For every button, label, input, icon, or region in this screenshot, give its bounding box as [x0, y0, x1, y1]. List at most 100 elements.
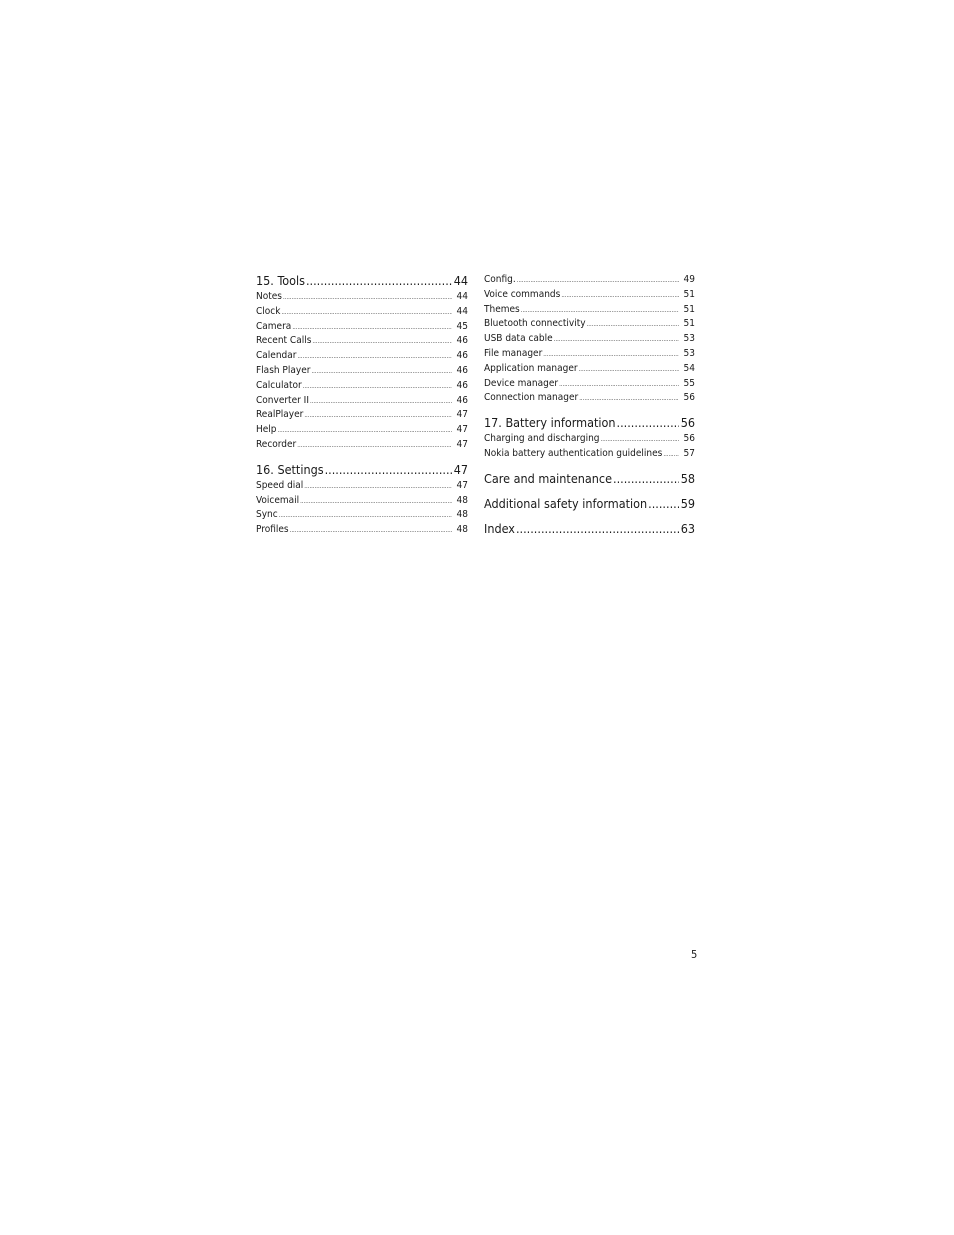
entry-page: 44 [456, 305, 468, 317]
toc-entry[interactable]: Calculator 46 [256, 379, 468, 394]
leader-dots [290, 524, 452, 539]
toc-entry[interactable]: Bluetooth connectivity 51 [484, 317, 695, 332]
leader-dots [278, 424, 452, 439]
leader-dots [306, 273, 452, 289]
toc-entry[interactable]: Recent Calls 46 [256, 334, 468, 349]
entry-page: 51 [683, 318, 695, 330]
toc-chapter-tools[interactable]: 15. Tools 44 [256, 273, 468, 289]
toc-entry[interactable]: Connection manager 56 [484, 391, 695, 406]
toc-entry[interactable]: Converter II 46 [256, 394, 468, 409]
leader-dots [281, 306, 451, 321]
toc-entry[interactable]: Flash Player 46 [256, 364, 468, 379]
entry-page: 45 [456, 320, 468, 332]
entry-label: Config. [484, 274, 516, 285]
leader-dots [311, 365, 451, 380]
entry-page: 47 [456, 479, 468, 491]
entry-label: Voice commands [484, 288, 561, 300]
toc-entry[interactable]: Device manager 55 [484, 377, 695, 392]
chapter-page: 58 [680, 470, 695, 486]
toc-entry[interactable]: Charging and discharging 56 [484, 432, 695, 447]
toc-entry[interactable]: Calendar 46 [256, 349, 468, 364]
leader-dots [559, 378, 678, 393]
entry-page: 46 [456, 350, 468, 362]
chapter-title: Index [484, 520, 515, 536]
entry-label: Nokia battery authentication guidelines [484, 447, 663, 459]
entry-label: Sync [256, 509, 278, 521]
toc-entry[interactable]: File manager 53 [484, 347, 695, 362]
entry-page: 54 [683, 362, 695, 374]
toc-chapter-safety[interactable]: Additional safety information 59 [484, 496, 695, 512]
toc-left-column: 15. Tools 44 Notes 44 Clock 44 Camera 45 Rec… [256, 273, 468, 538]
chapter-title: Care and maintenance [484, 470, 612, 486]
chapter-page: 63 [680, 520, 695, 536]
entry-page: 53 [683, 333, 695, 345]
entry-page: 46 [456, 364, 468, 376]
leader-dots [554, 333, 679, 348]
leader-dots [516, 521, 679, 537]
entry-label: Profiles [256, 524, 289, 536]
leader-dots [579, 392, 678, 407]
entry-label: Voicemail [256, 494, 300, 506]
toc-entry[interactable]: Voice commands 51 [484, 288, 695, 303]
entry-page: 56 [683, 433, 695, 445]
entry-label: Application manager [484, 362, 578, 374]
leader-dots [579, 363, 679, 378]
entry-page: 55 [683, 377, 695, 389]
toc-entry[interactable]: USB data cable 53 [484, 332, 695, 347]
entry-page: 46 [456, 394, 468, 406]
entry-label: USB data cable [484, 333, 553, 345]
leader-dots [300, 495, 451, 510]
leader-dots [283, 291, 452, 306]
leader-dots [543, 348, 678, 363]
toc-entry[interactable]: Application manager 54 [484, 362, 695, 377]
entry-page: 48 [456, 524, 468, 536]
toc-chapter-battery[interactable]: 17. Battery information 56 [484, 415, 695, 431]
toc-chapter-index[interactable]: Index 63 [484, 521, 695, 537]
entry-label: Calendar [256, 350, 297, 362]
leader-dots [304, 409, 451, 424]
toc-entry[interactable]: Notes 44 [256, 290, 468, 305]
toc-entry[interactable]: Speed dial 47 [256, 479, 468, 494]
leader-dots [310, 395, 452, 410]
entry-label: RealPlayer [256, 409, 304, 421]
chapter-title: 15. Tools [256, 273, 305, 288]
entry-page: 53 [683, 347, 695, 359]
entry-label: Recent Calls [256, 335, 312, 347]
entry-page: 46 [456, 379, 468, 391]
leader-dots [613, 471, 679, 487]
entry-label: Charging and discharging [484, 433, 600, 445]
leader-dots [521, 304, 679, 319]
entry-label: Device manager [484, 377, 559, 389]
toc-entry[interactable]: Nokia battery authentication guidelines 5… [484, 447, 695, 462]
entry-label: Clock [256, 305, 281, 317]
entry-page: 57 [683, 447, 695, 459]
leader-dots [297, 439, 451, 454]
page-number: 5 [691, 948, 698, 961]
chapter-page: 59 [680, 495, 695, 511]
toc-entry[interactable]: Help 47 [256, 423, 468, 438]
entry-label: File manager [484, 347, 543, 359]
toc-entry[interactable]: Sync 48 [256, 508, 468, 523]
toc-entry[interactable]: RealPlayer 47 [256, 408, 468, 423]
toc-entry[interactable]: Camera 45 [256, 320, 468, 335]
entry-label: Recorder [256, 438, 297, 450]
toc-entry[interactable]: Themes 51 [484, 303, 695, 318]
leader-dots [587, 318, 679, 333]
entry-page: 49 [683, 274, 695, 285]
toc-chapter-settings[interactable]: 16. Settings 47 [256, 462, 468, 478]
toc-chapter-care[interactable]: Care and maintenance 58 [484, 471, 695, 487]
toc-entry[interactable]: Config. 49 [484, 273, 695, 288]
entry-label: Themes [484, 303, 520, 315]
toc-entry[interactable]: Profiles 48 [256, 523, 468, 538]
entry-label: Calculator [256, 379, 302, 391]
chapter-title: 16. Settings [256, 461, 324, 477]
toc-entry[interactable]: Voicemail 48 [256, 494, 468, 509]
entry-label: Camera [256, 320, 292, 332]
leader-dots [303, 380, 452, 395]
entry-page: 47 [456, 409, 468, 421]
toc-entry[interactable]: Recorder 47 [256, 438, 468, 453]
leader-dots [648, 496, 679, 512]
chapter-title: 17. Battery information [484, 415, 616, 431]
toc-entry[interactable]: Clock 44 [256, 305, 468, 320]
leader-dots [561, 289, 678, 304]
